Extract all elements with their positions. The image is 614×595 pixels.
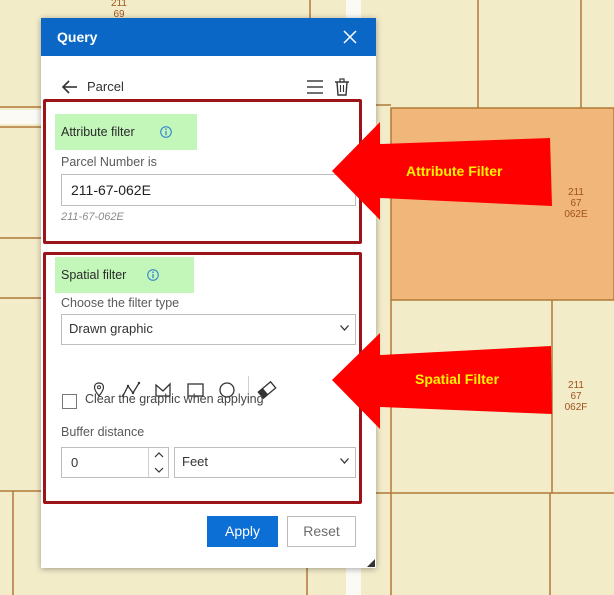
panel-header: Query [41,18,376,56]
panel-title: Query [57,29,98,45]
parcel-label-lower: 211 67 062F [564,380,588,413]
attribute-filter-highlight-box [43,99,362,244]
parcel-label-top: 211 69 [111,0,127,20]
spatial-filter-callout: Spatial Filter [415,371,500,387]
attribute-filter-callout: Attribute Filter [406,163,503,179]
list-menu-icon[interactable] [307,79,323,95]
layer-row: Parcel [41,76,376,100]
back-arrow-icon[interactable] [61,80,79,94]
apply-button[interactable]: Apply [207,516,278,547]
close-icon[interactable] [341,28,359,46]
parcel-label-selected: 211 67 062E [564,187,588,220]
reset-button[interactable]: Reset [287,516,356,547]
layer-name: Parcel [87,79,124,94]
trash-icon[interactable] [334,78,350,96]
resize-handle-icon[interactable] [367,559,375,567]
spatial-filter-highlight-box [43,252,362,504]
